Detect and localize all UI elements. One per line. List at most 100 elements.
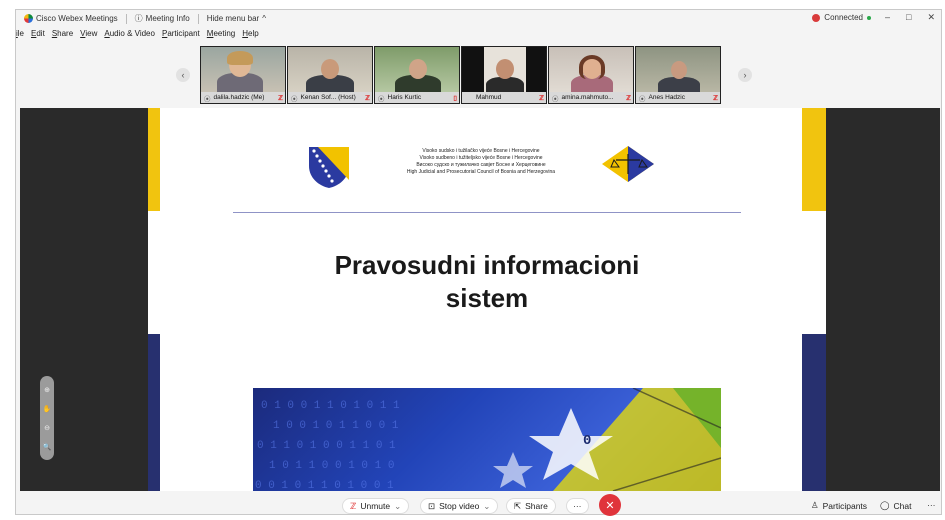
connection-status[interactable]: Connected <box>812 13 871 22</box>
app-title-text: Cisco Webex Meetings <box>36 14 118 23</box>
share-icon: ⇱ <box>514 500 522 511</box>
app-title: Cisco Webex Meetings <box>24 14 118 23</box>
more-options-button[interactable]: ··· <box>566 498 589 514</box>
muted-mic-icon: ▯ <box>453 94 457 102</box>
slide-title-line: sistem <box>445 283 529 313</box>
participants-label: Participants <box>822 500 868 511</box>
participant-tile[interactable]: ⦿ amina.mahmuto... ℤ <box>548 46 634 104</box>
slide-divider <box>233 212 741 213</box>
participant-tile[interactable]: ⦿ dalila.hadzic (Me) ℤ <box>200 46 286 104</box>
menu-share[interactable]: Share <box>52 29 73 41</box>
binary-banner-image: 0 1 0 0 1 1 0 1 0 1 1 1 0 0 1 0 1 1 0 0 … <box>253 388 721 491</box>
menu-participant[interactable]: Participant <box>162 29 200 41</box>
chevron-left-icon: ‹ <box>181 70 185 80</box>
menu-help[interactable]: Help <box>242 29 258 41</box>
menu-audio-video[interactable]: Audio & Video <box>104 29 155 41</box>
participant-video <box>201 47 285 95</box>
unmute-button[interactable]: ℤ Unmute ⌄ <box>342 498 410 514</box>
vstv-logo-icon <box>602 146 654 182</box>
person-icon: ♙ <box>811 500 819 510</box>
info-icon: ⓘ <box>134 14 143 23</box>
connected-indicator-icon <box>867 15 871 20</box>
menu-file[interactable]: ile <box>16 29 24 41</box>
camera-icon: ⦿ <box>639 95 646 103</box>
hide-menu-bar-button[interactable]: Hide menu bar ^ <box>207 14 266 23</box>
participant-name: Mahmud <box>476 94 502 101</box>
participant-strip: ‹ ⦿ dalila.hadzic (Me) ℤ ⦿ Kenan Sof... … <box>166 44 796 106</box>
participants-button[interactable]: ♙ Participants <box>811 500 867 511</box>
end-meeting-button[interactable]: ✕ <box>599 494 621 516</box>
chevron-right-icon: › <box>743 70 747 80</box>
zoom-out-icon[interactable]: ⊖ <box>44 424 50 432</box>
chat-bubble-icon: ◯ <box>880 500 890 510</box>
muted-mic-icon: ℤ <box>350 500 357 511</box>
muted-mic-icon: ℤ <box>713 94 718 102</box>
maximize-button[interactable]: □ <box>906 12 911 23</box>
menu-meeting[interactable]: Meeting <box>207 29 235 41</box>
participant-name: Anes Hadzic <box>648 94 686 101</box>
close-button[interactable]: ✕ <box>927 12 935 23</box>
participant-video <box>636 47 720 95</box>
participant-tile[interactable]: ⦿ Haris Kurtic ▯ <box>374 46 460 104</box>
title-bar: Cisco Webex Meetings ⓘ Meeting Info Hide… <box>16 10 941 27</box>
minimize-button[interactable]: – <box>885 12 890 23</box>
svg-text:1 0 1 1 0 0 1 0 1 0: 1 0 1 1 0 0 1 0 1 0 <box>269 460 394 472</box>
slide-accent-yellow-right <box>802 108 826 211</box>
shared-content-stage: Visoko sudsko i tužilačko vijeće Bosne i… <box>20 108 940 491</box>
participant-tile[interactable]: ⦿ Anes Hadzic ℤ <box>635 46 721 104</box>
svg-text:0 1 1 0 1 0 0 1 1 0 1: 0 1 1 0 1 0 0 1 1 0 1 <box>257 440 396 452</box>
institution-name-line: Високо судско и тужилачко савјет Босне и… <box>416 162 546 168</box>
chevron-up-icon: ^ <box>262 14 266 23</box>
unmute-label: Unmute <box>360 501 391 511</box>
slide-title: Pravosudni informacioni sistem <box>148 249 826 315</box>
muted-mic-icon: ℤ <box>539 94 544 102</box>
window-controls: – □ ✕ <box>885 12 935 23</box>
meeting-info-button[interactable]: ⓘ Meeting Info <box>135 13 190 24</box>
title-separator <box>197 13 199 24</box>
overflow-menu-button[interactable]: ··· <box>927 500 936 510</box>
institution-name-line: Visoko sudsko i tužilačko vijeće Bosne i… <box>422 148 540 154</box>
pan-icon[interactable]: ✋ <box>43 405 52 413</box>
participant-name-bar: ⦿ amina.mahmuto... ℤ <box>549 92 633 103</box>
record-icon <box>812 13 821 22</box>
participant-video <box>462 47 546 95</box>
zoom-tools: ⊕ ✋ ⊖ 🔍 <box>40 376 54 460</box>
video-camera-icon: ⊡ <box>428 500 436 511</box>
chat-button[interactable]: ◯ Chat <box>880 500 911 511</box>
zoom-in-icon[interactable]: ⊕ <box>44 386 50 394</box>
svg-text:0 1 0 0 1 1 0 1 0 1 1: 0 1 0 0 1 1 0 1 0 1 1 <box>261 400 400 412</box>
muted-mic-icon: ℤ <box>278 94 283 102</box>
meeting-info-label: Meeting Info <box>145 14 190 23</box>
search-icon[interactable]: 🔍 <box>43 443 52 451</box>
muted-mic-icon: ℤ <box>626 94 631 102</box>
slide-accent-navy-right <box>802 334 826 491</box>
participant-video <box>288 47 372 95</box>
menu-edit[interactable]: Edit <box>31 29 45 41</box>
participant-name-bar: ⦿ Haris Kurtic ▯ <box>375 92 459 103</box>
share-button[interactable]: ⇱ Share <box>506 498 556 514</box>
more-icon: ··· <box>927 500 936 510</box>
hide-menu-bar-label: Hide menu bar <box>206 14 260 23</box>
menu-view[interactable]: View <box>80 29 97 41</box>
participant-name: Haris Kurtic <box>387 94 422 101</box>
strip-prev-button[interactable]: ‹ <box>176 68 190 82</box>
stop-video-label: Stop video <box>439 501 480 511</box>
stop-video-button[interactable]: ⊡ Stop video ⌄ <box>420 498 499 514</box>
participant-tile[interactable]: ⦿ Kenan Sof... (Host) ℤ <box>287 46 373 104</box>
participant-video <box>549 47 633 95</box>
chat-label: Chat <box>893 500 912 511</box>
slide-accent-navy-left <box>148 334 160 491</box>
muted-mic-icon: ℤ <box>365 94 370 102</box>
participant-tile[interactable]: Mahmud ℤ <box>461 46 547 104</box>
participant-video <box>375 47 459 95</box>
connection-status-label: Connected <box>824 13 863 22</box>
camera-icon: ⦿ <box>378 95 385 103</box>
camera-icon: ⦿ <box>291 95 298 103</box>
banner-zero-glyph: 0 <box>583 433 592 449</box>
meeting-controls: ℤ Unmute ⌄ ⊡ Stop video ⌄ ⇱ Share ··· ✕ … <box>16 494 941 516</box>
share-label: Share <box>525 501 548 511</box>
participant-name-bar: ⦿ Kenan Sof... (Host) ℤ <box>288 92 372 103</box>
participant-name: dalila.hadzic (Me) <box>213 94 265 101</box>
strip-next-button[interactable]: › <box>738 68 752 82</box>
participant-name: Kenan Sof... (Host) <box>300 94 356 101</box>
